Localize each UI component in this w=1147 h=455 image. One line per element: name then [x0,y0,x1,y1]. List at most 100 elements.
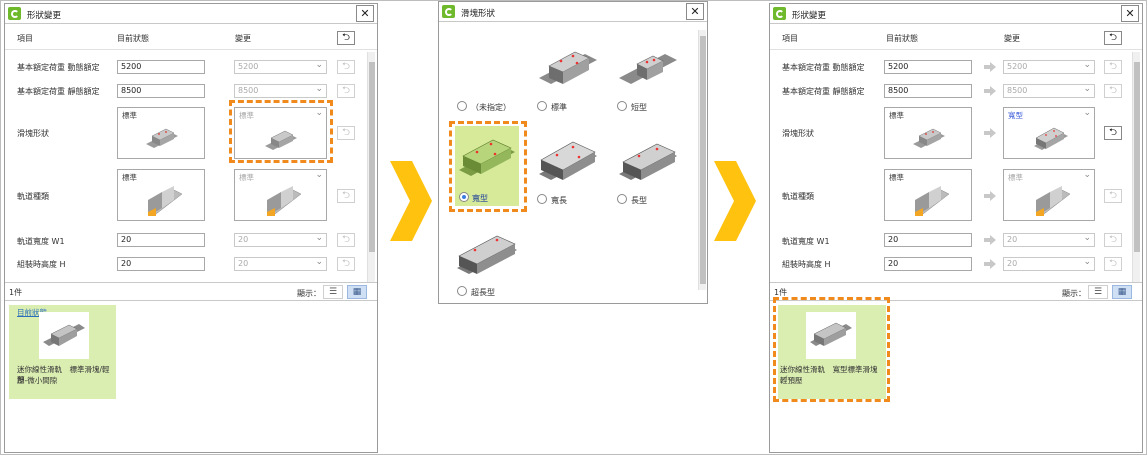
option-unspecified-radio[interactable] [457,101,467,111]
option-extra-long-radio[interactable] [457,286,467,296]
app-logo-icon [442,5,455,18]
row-label-assembly-height: 組裝時高度 H [782,260,831,269]
row-label-rail-type: 軌道種類 [17,192,49,201]
current-slider-shape: 標準 [117,107,205,159]
change-assembly-height-select[interactable]: 20 [1003,256,1095,271]
current-rail-width: 20 [117,233,205,247]
scrollbar-thumb[interactable] [369,62,375,252]
header-change: 變更 [1004,34,1020,43]
row-label-dynamic-load: 基本額定荷重 動態額定 [782,63,865,72]
option-short-label: 短型 [631,103,647,112]
revert-slider-shape-button[interactable]: ⮌ [1104,126,1122,140]
change-rail-width-select[interactable]: 20 [234,232,327,247]
row-label-static-load: 基本額定荷重 靜態額定 [17,87,100,96]
slider-shape-picker: 滑塊形狀 ✕ （未指定） 標準 短型 寬型 寬長 長型 超長型 [438,1,708,304]
app-logo-icon [773,7,786,20]
step-arrow-icon [390,161,432,241]
option-wide-radio[interactable] [459,192,469,202]
option-standard-image[interactable] [537,36,599,96]
option-extra-long-image[interactable] [455,222,519,282]
option-wide-card[interactable]: 寬型 [455,126,519,206]
scrollbar-thumb[interactable] [1134,62,1140,252]
revert-rail-type-button[interactable]: ⮌ [1104,189,1122,203]
step-arrow-icon [714,161,756,241]
header-current: 目前狀態 [886,34,918,43]
option-short-radio[interactable] [617,101,627,111]
current-dynamic-load: 5200 [884,60,972,74]
grid-view-icon: ▦ [352,287,362,297]
revert-assembly-height-button[interactable]: ⮌ [1104,257,1122,271]
list-view-icon: ☰ [328,287,338,297]
current-rail-width: 20 [884,233,972,247]
close-button[interactable]: ✕ [686,3,704,20]
result-card[interactable]: 迷你線性滑軌 寬型標準滑塊／ 輕預壓 [778,305,886,399]
grid-view-toggle[interactable]: ▦ [1112,285,1132,299]
change-rail-width-select[interactable]: 20 [1003,232,1095,247]
revert-rail-type-button[interactable]: ⮌ [337,189,355,203]
shape-change-dialog-before: 形狀變更 ✕ 項目 目前狀態 變更 ⮌ 基本額定荷重 動態額定 5200 520… [4,3,378,453]
list-view-toggle[interactable]: ☰ [323,285,343,299]
option-unspecified-label: （未指定） [471,103,511,112]
display-label: 顯示： [1062,289,1086,298]
current-slider-shape-label: 標準 [122,111,137,120]
change-static-load-select[interactable]: 8500 [234,83,327,98]
change-rail-type-label: 標準 [1008,173,1023,182]
revert-assembly-height-button[interactable]: ⮌ [337,257,355,271]
change-rail-type-select[interactable]: 標準 [1003,169,1095,221]
long-slider-icon [619,143,677,180]
close-button[interactable]: ✕ [356,5,374,22]
close-button[interactable]: ✕ [1121,5,1139,22]
scrollbar-thumb[interactable] [700,36,706,284]
current-rail-type-label: 標準 [889,173,904,182]
title-bar: 形狀變更 ✕ [770,4,1142,24]
change-assembly-height-select[interactable]: 20 [234,256,327,271]
option-wide-long-radio[interactable] [537,194,547,204]
revert-static-load-button[interactable]: ⮌ [1104,84,1122,98]
app-logo-icon [8,7,21,20]
option-short-image[interactable] [617,36,679,96]
change-rail-type-select[interactable]: 標準 [234,169,327,221]
revert-rail-width-button[interactable]: ⮌ [337,233,355,247]
change-dynamic-load-select[interactable]: 5200 [1003,59,1095,74]
revert-all-button[interactable]: ⮌ [1104,31,1122,45]
change-rail-type-label: 標準 [239,173,254,182]
wide-slider-icon [459,139,515,176]
dialog-title: 形狀變更 [792,11,827,21]
row-label-dynamic-load: 基本額定荷重 動態額定 [17,63,100,72]
dialog-title: 滑塊形狀 [461,9,496,19]
revert-dynamic-load-button[interactable]: ⮌ [1104,60,1122,74]
change-slider-shape-select[interactable]: 寬型 [1003,107,1095,159]
picker-scrollbar[interactable] [698,30,706,290]
change-slider-shape-select[interactable]: 標準 [234,107,327,159]
current-dynamic-load: 5200 [117,60,205,74]
list-scrollbar[interactable] [367,52,375,282]
option-long-image[interactable] [617,130,679,190]
change-arrow-icon [984,62,996,72]
revert-slider-shape-button[interactable]: ⮌ [337,126,355,140]
row-label-rail-width: 軌道寬度 W1 [782,237,830,246]
shape-change-dialog-after: 形狀變更 ✕ 項目 目前狀態 變更 ⮌ 基本額定荷重 動態額定 5200 520… [769,3,1143,453]
header-item: 項目 [782,34,798,43]
option-standard-radio[interactable] [537,101,547,111]
result-card[interactable]: 目前狀態 迷你線性滑軌 標準滑塊/輕預 壓-微小間隙 [9,305,116,399]
revert-static-load-button[interactable]: ⮌ [337,84,355,98]
row-label-static-load: 基本額定荷重 靜態額定 [782,87,865,96]
grid-view-toggle[interactable]: ▦ [347,285,367,299]
current-static-load: 8500 [117,84,205,98]
revert-rail-width-button[interactable]: ⮌ [1104,233,1122,247]
option-long-radio[interactable] [617,194,627,204]
rail-icon [914,186,950,216]
result-bar: 1件 顯示： ☰ ▦ [5,283,377,301]
tutorial-stage: 形狀變更 ✕ 項目 目前狀態 變更 ⮌ 基本額定荷重 動態額定 5200 520… [0,0,1147,455]
change-static-load-select[interactable]: 8500 [1003,83,1095,98]
list-view-toggle[interactable]: ☰ [1088,285,1108,299]
title-bar: 滑塊形狀 ✕ [439,2,707,22]
option-wide-long-label: 寬長 [551,196,567,205]
list-scrollbar[interactable] [1132,52,1140,282]
change-dynamic-load-select[interactable]: 5200 [234,59,327,74]
display-label: 顯示： [297,289,321,298]
revert-dynamic-load-button[interactable]: ⮌ [337,60,355,74]
revert-all-button[interactable]: ⮌ [337,31,355,45]
option-wide-long-image[interactable] [537,130,599,190]
option-extra-long-label: 超長型 [471,288,495,297]
